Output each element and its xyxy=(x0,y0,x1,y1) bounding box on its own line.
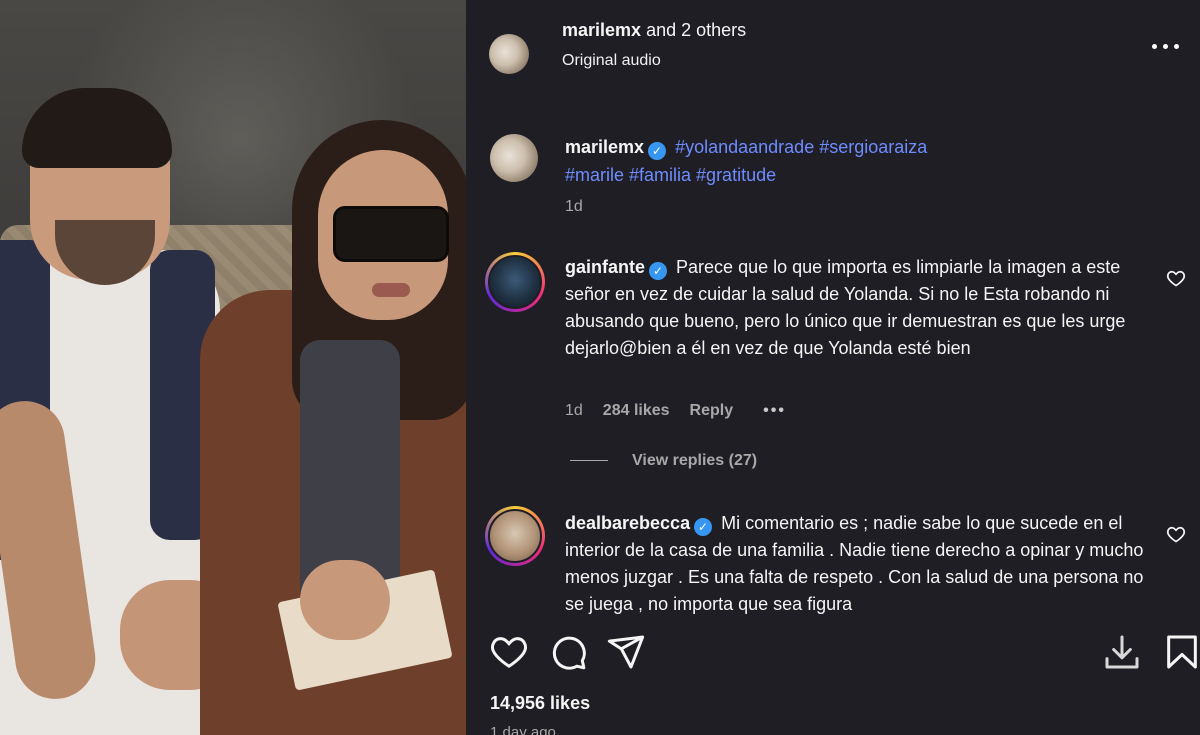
like-comment-heart-icon[interactable] xyxy=(1166,524,1186,544)
view-replies-label[interactable]: View replies (27) xyxy=(632,452,757,469)
header-others[interactable]: and 2 others xyxy=(646,20,746,40)
video-lips xyxy=(372,283,410,297)
comment-dealbarebecca: dealbarebecca ✓ Mi comentario es ; nadie … xyxy=(565,510,1145,614)
caption-timestamp: 1d xyxy=(565,198,583,215)
comment-username[interactable]: dealbarebecca xyxy=(565,513,690,533)
verified-badge-icon: ✓ xyxy=(694,518,713,536)
replies-divider xyxy=(570,460,608,462)
download-icon[interactable] xyxy=(1102,630,1142,674)
post-actions-bar xyxy=(466,630,1200,676)
comment-avatar-dealbarebecca[interactable] xyxy=(485,506,545,566)
reply-button[interactable]: Reply xyxy=(690,402,734,419)
heart-icon[interactable] xyxy=(489,630,529,674)
comment-icon[interactable] xyxy=(548,630,588,674)
caption-username[interactable]: marilemx xyxy=(565,137,644,157)
caption-avatar[interactable] xyxy=(490,134,538,182)
view-replies-button[interactable]: View replies (27) xyxy=(570,452,757,470)
comment-gainfante: gainfante ✓ Parece que lo que importa es … xyxy=(565,254,1145,362)
share-icon[interactable] xyxy=(606,630,646,674)
audio-label[interactable]: Original audio xyxy=(562,52,661,70)
more-options-icon[interactable] xyxy=(1150,32,1184,62)
comment-avatar-gainfante[interactable] xyxy=(485,252,545,312)
comment-meta: 1d 284 likes Reply ••• xyxy=(565,402,786,420)
comment-time: 1d xyxy=(565,402,583,419)
comment-likes[interactable]: 284 likes xyxy=(603,402,670,419)
verified-badge-icon: ✓ xyxy=(649,262,668,280)
comment-more-icon[interactable]: ••• xyxy=(763,402,786,419)
header-username[interactable]: marilemx and 2 others xyxy=(562,20,746,41)
video-sunglasses xyxy=(333,206,449,262)
verified-badge-icon: ✓ xyxy=(648,142,667,160)
caption-tags-line2[interactable]: #marile #familia #gratitude xyxy=(565,165,776,185)
video-hand-right xyxy=(300,560,390,640)
caption-tags-line1[interactable]: #yolandaandrade #sergioaraiza xyxy=(675,137,927,157)
header-user[interactable]: marilemx xyxy=(562,20,641,40)
post-likes-count[interactable]: 14,956 likes xyxy=(490,693,590,714)
post-timestamp[interactable]: 1 day ago xyxy=(490,724,556,735)
comment-username[interactable]: gainfante xyxy=(565,257,645,277)
post-panel: marilemx and 2 others Original audio mar… xyxy=(466,0,1200,735)
video-player[interactable] xyxy=(0,0,466,735)
like-comment-heart-icon[interactable] xyxy=(1166,268,1186,288)
bookmark-icon[interactable] xyxy=(1162,630,1200,674)
header-avatar[interactable] xyxy=(489,34,529,74)
caption: marilemx ✓ #yolandaandrade #sergioaraiza … xyxy=(565,133,1125,189)
